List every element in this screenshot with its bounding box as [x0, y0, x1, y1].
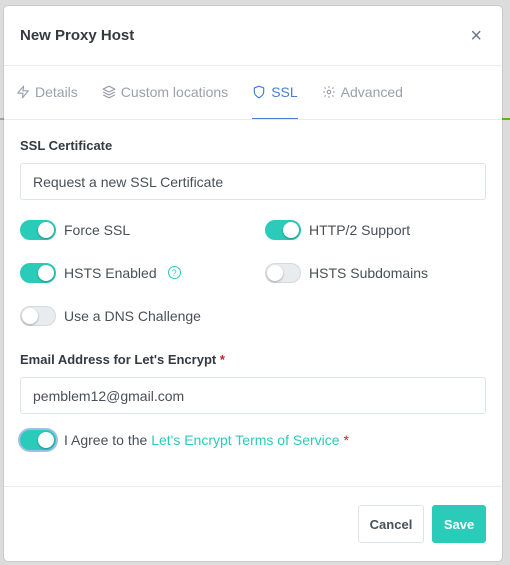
tab-details[interactable]: Details	[16, 66, 78, 119]
email-label-text: Email Address for Let's Encrypt	[20, 352, 217, 367]
ssl-certificate-select[interactable]: Request a new SSL Certificate	[20, 163, 486, 200]
shield-icon	[253, 85, 265, 99]
new-proxy-host-modal: New Proxy Host × Details Custom location…	[4, 6, 502, 561]
email-field[interactable]: pemblem12@gmail.com	[20, 377, 486, 414]
force-ssl-toggle[interactable]: Force SSL	[20, 219, 265, 240]
email-section: Email Address for Let's Encrypt * pemble…	[20, 352, 486, 414]
layers-icon	[102, 85, 116, 99]
tab-custom-locations[interactable]: Custom locations	[102, 66, 228, 119]
force-ssl-switch[interactable]	[20, 219, 56, 240]
hsts-switch[interactable]	[20, 262, 56, 283]
close-icon[interactable]: ×	[470, 26, 482, 46]
agree-tos-toggle[interactable]: I Agree to the Let's Encrypt Terms of Se…	[20, 430, 486, 450]
tab-bar: Details Custom locations SSL Advanced	[4, 66, 502, 120]
dns-challenge-toggle[interactable]: Use a DNS Challenge	[20, 305, 265, 326]
tab-ssl[interactable]: SSL	[252, 66, 298, 119]
help-icon[interactable]: ?	[167, 266, 181, 279]
hsts-label: HSTS Enabled	[64, 264, 157, 281]
agree-prefix: I Agree to the	[64, 432, 148, 448]
email-label: Email Address for Let's Encrypt *	[20, 352, 486, 367]
dns-challenge-label: Use a DNS Challenge	[64, 307, 201, 324]
save-button[interactable]: Save	[432, 505, 486, 543]
tos-link[interactable]: Let's Encrypt Terms of Service	[151, 432, 339, 448]
hsts-toggle[interactable]: HSTS Enabled ?	[20, 262, 265, 283]
modal-footer: Cancel Save	[4, 486, 502, 561]
dns-challenge-switch[interactable]	[20, 305, 56, 326]
ssl-certificate-label: SSL Certificate	[20, 138, 113, 153]
tab-advanced-label: Advanced	[340, 84, 403, 100]
required-mark: *	[219, 352, 225, 367]
http2-switch[interactable]	[265, 219, 301, 240]
ssl-form: SSL Certificate Request a new SSL Certif…	[4, 120, 502, 450]
agree-required-mark: *	[343, 432, 349, 448]
tab-advanced[interactable]: Advanced	[322, 66, 403, 119]
gear-icon	[322, 86, 335, 98]
modal-header: New Proxy Host ×	[4, 6, 502, 66]
tab-custom-locations-label: Custom locations	[120, 84, 229, 100]
agree-tos-text: I Agree to the Let's Encrypt Terms of Se…	[64, 432, 349, 448]
hsts-subdomains-switch[interactable]	[265, 262, 301, 283]
tab-details-label: Details	[35, 84, 78, 100]
bolt-icon	[17, 85, 29, 99]
tab-ssl-label: SSL	[271, 84, 298, 100]
http2-toggle[interactable]: HTTP/2 Support	[265, 219, 495, 240]
cancel-button[interactable]: Cancel	[358, 505, 424, 543]
agree-tos-switch[interactable]	[20, 430, 56, 450]
http2-label: HTTP/2 Support	[309, 221, 411, 238]
modal-title: New Proxy Host	[20, 27, 135, 44]
hsts-subdomains-label: HSTS Subdomains	[309, 264, 429, 281]
force-ssl-label: Force SSL	[64, 221, 131, 238]
ssl-switches: Force SSL HTTP/2 Support HSTS Enabled ? …	[20, 219, 486, 326]
hsts-subdomains-toggle[interactable]: HSTS Subdomains	[265, 262, 495, 283]
